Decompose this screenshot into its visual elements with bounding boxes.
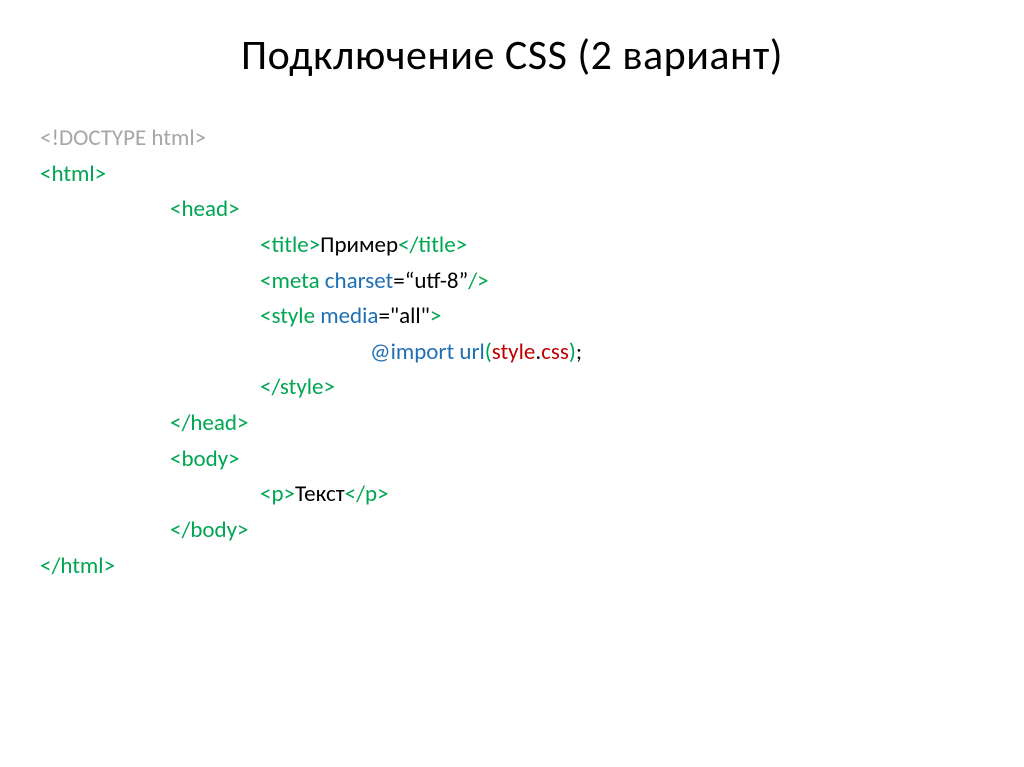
title-close: </title> [398, 231, 467, 259]
code-block: <!DOCTYPE html> <html> <head> <title>При… [40, 121, 984, 584]
style-open-end: > [430, 302, 441, 330]
meta-attr-value: =“utf-8” [393, 267, 468, 295]
style-close: </style> [260, 373, 335, 401]
head-open: <head> [170, 195, 240, 223]
style-attr-value: ="all" [378, 302, 429, 330]
code-line: <p>Текст</p> [40, 477, 984, 513]
semicolon: ; [576, 338, 582, 366]
paren-close: ) [569, 338, 576, 366]
url-fn: url [454, 338, 485, 366]
code-line: </style> [40, 370, 984, 406]
meta-attr-name: charset [320, 267, 394, 295]
p-close: </p> [345, 480, 389, 508]
slide: Подключение CSS (2 вариант) <!DOCTYPE ht… [0, 0, 1024, 767]
code-line: <title>Пример</title> [40, 228, 984, 264]
p-content: Текст [295, 480, 345, 508]
p-open: <p> [260, 480, 295, 508]
style-open: <style [260, 302, 315, 330]
doctype-text: <!DOCTYPE html> [40, 124, 206, 152]
body-close: </body> [170, 516, 249, 544]
code-line: <head> [40, 192, 984, 228]
css-ext: css [541, 338, 569, 366]
code-line: <style media="all"> [40, 299, 984, 335]
code-line: <meta charset=“utf-8”/> [40, 264, 984, 300]
head-close: </head> [170, 409, 248, 437]
code-line: <body> [40, 442, 984, 478]
paren-open: ( [485, 338, 492, 366]
style-filename: style [492, 338, 536, 366]
title-open: <title> [260, 231, 320, 259]
slide-title: Подключение CSS (2 вариант) [40, 30, 984, 81]
html-open: <html> [40, 160, 106, 188]
code-line: </body> [40, 513, 984, 549]
import-keyword: @import [370, 338, 454, 366]
meta-open: <meta [260, 267, 320, 295]
body-open: <body> [170, 445, 240, 473]
code-line: <!DOCTYPE html> [40, 121, 984, 157]
meta-close: /> [468, 267, 488, 295]
title-content: Пример [320, 231, 398, 259]
style-attr-name: media [315, 302, 378, 330]
html-close: </html> [40, 552, 115, 580]
code-line: </html> [40, 549, 984, 585]
code-line: @import url(style.css); [40, 335, 984, 371]
code-line: </head> [40, 406, 984, 442]
code-line: <html> [40, 157, 984, 193]
